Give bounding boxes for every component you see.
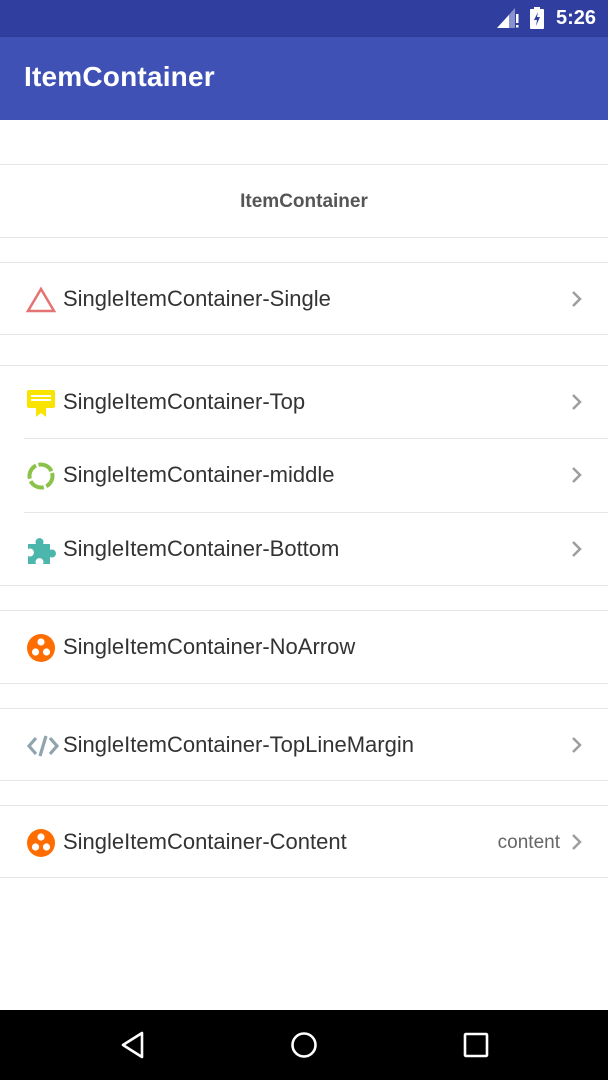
list-item-toplinemargin[interactable]: SingleItemContainer-TopLineMargin: [0, 709, 608, 781]
list-item-label: SingleItemContainer-TopLineMargin: [63, 732, 414, 757]
divider: [0, 334, 608, 335]
list-item-label: SingleItemContainer-Bottom: [63, 536, 340, 561]
list-item-noarrow[interactable]: SingleItemContainer-NoArrow: [0, 611, 608, 683]
three-dots-circle-icon: [26, 828, 56, 858]
code-icon: [26, 731, 60, 761]
chevron-right-icon: [570, 465, 584, 490]
navigation-bar: [0, 1010, 608, 1080]
three-dots-circle-icon: [26, 633, 56, 663]
item-list: ItemContainer SingleItemContainer-Single…: [0, 120, 608, 1010]
chevron-right-icon: [570, 832, 584, 857]
divider: [0, 585, 608, 586]
home-icon[interactable]: [289, 1030, 319, 1065]
list-item-single[interactable]: SingleItemContainer-Single: [0, 263, 608, 335]
list-item-label: SingleItemContainer-middle: [63, 462, 335, 487]
list-item-label: SingleItemContainer-Top: [63, 389, 306, 414]
app-toolbar: ItemContainer: [0, 37, 608, 120]
chevron-right-icon: [570, 735, 584, 760]
section-header: ItemContainer: [0, 165, 608, 237]
list-item-label: SingleItemContainer-NoArrow: [63, 634, 356, 659]
chevron-right-icon: [570, 539, 584, 564]
divider: [0, 237, 608, 238]
divider: [0, 877, 608, 878]
dashed-circle-icon: [26, 461, 56, 491]
clock-time: 5:26: [555, 7, 596, 29]
signal-icon: [497, 8, 519, 33]
chevron-right-icon: [570, 392, 584, 417]
list-item-bottom[interactable]: SingleItemContainer-Bottom: [0, 513, 608, 585]
list-item-value: content: [497, 832, 560, 853]
battery-icon: [530, 7, 544, 34]
toolbar-title: ItemContainer: [24, 61, 215, 92]
recents-icon[interactable]: [461, 1030, 491, 1065]
status-bar: 5:26: [0, 0, 608, 37]
section-header-text: ItemContainer: [240, 191, 368, 212]
list-item-content[interactable]: SingleItemContainer-Content content: [0, 806, 608, 878]
chevron-right-icon: [570, 289, 584, 314]
back-icon[interactable]: [118, 1030, 148, 1065]
puzzle-icon: [26, 535, 56, 565]
list-item-label: SingleItemContainer-Content: [63, 829, 347, 854]
list-item-top[interactable]: SingleItemContainer-Top: [0, 366, 608, 438]
certificate-icon: [26, 388, 56, 418]
list-item-middle[interactable]: SingleItemContainer-middle: [0, 439, 608, 511]
list-item-label: SingleItemContainer-Single: [63, 286, 331, 311]
divider: [0, 780, 608, 781]
divider: [0, 683, 608, 684]
triangle-icon: [25, 285, 57, 315]
